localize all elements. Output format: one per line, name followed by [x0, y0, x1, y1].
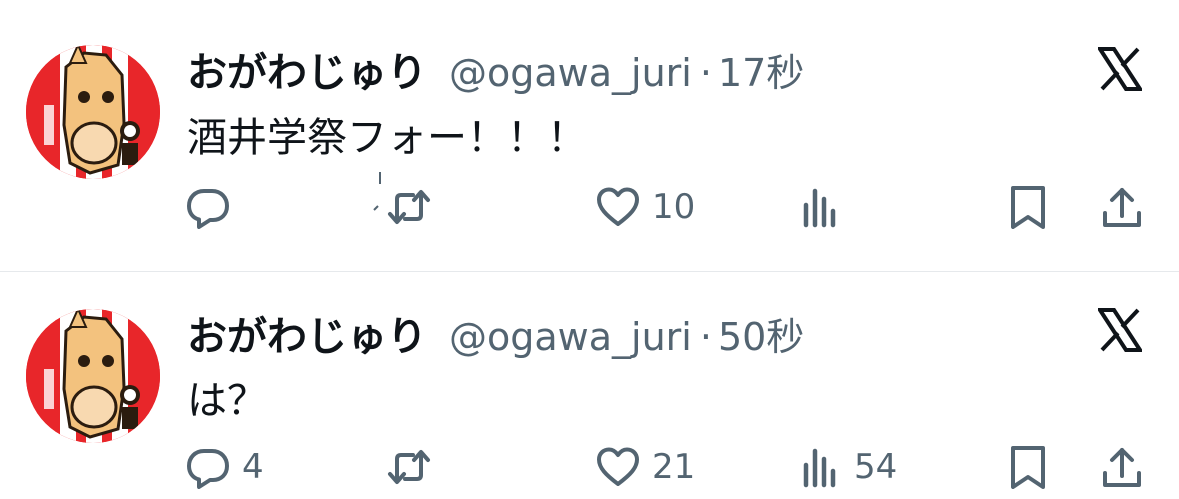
author-handle[interactable]: @ogawa_juri [449, 51, 692, 95]
author-name[interactable]: おがわじゅり [187, 40, 427, 98]
reply-count: 4 [242, 447, 264, 487]
timestamp[interactable]: 50秒 [718, 306, 804, 361]
view-count: 54 [854, 447, 898, 487]
retweet-button[interactable] [387, 441, 443, 493]
author-name[interactable]: おがわじゅり [187, 304, 427, 362]
heart-icon [597, 447, 639, 486]
x-logo-icon [1096, 308, 1144, 352]
reply-button[interactable] [186, 181, 242, 233]
retweet-icon [388, 450, 430, 484]
like-button[interactable]: 10 [596, 181, 695, 233]
bookmark-button[interactable] [1006, 441, 1050, 493]
author-handle[interactable]: @ogawa_juri [449, 315, 692, 359]
tweet-header: おがわじゅり @ogawa_juri · 50秒 [187, 304, 804, 360]
views-button[interactable] [798, 181, 854, 233]
retweet-icon [388, 190, 430, 224]
share-button[interactable] [1100, 181, 1144, 233]
tweet-header: おがわじゅり @ogawa_juri · 17秒 [187, 40, 804, 96]
tweet-text: は？ [187, 378, 267, 424]
share-button[interactable] [1100, 441, 1144, 493]
retweet-button[interactable] [387, 181, 443, 233]
separator-dot: · [699, 51, 712, 95]
views-button[interactable]: 54 [798, 441, 897, 493]
avatar[interactable] [26, 309, 160, 443]
separator-dot: · [699, 315, 712, 359]
tweet-text: 酒井学祭フォー！！！ [187, 115, 587, 161]
reply-icon [187, 449, 229, 489]
reply-button[interactable]: 4 [186, 441, 264, 493]
analytics-icon [803, 188, 836, 228]
render-artifact [373, 172, 381, 211]
action-bar: 10 [0, 181, 1179, 233]
bookmark-icon [1011, 446, 1045, 489]
like-button[interactable]: 21 [596, 441, 695, 493]
reply-icon [187, 189, 229, 229]
timestamp[interactable]: 17秒 [718, 42, 804, 97]
like-count: 10 [652, 187, 696, 227]
tweet[interactable]: おがわじゅり @ogawa_juri · 50秒 は？ 4 21 54 [0, 272, 1179, 499]
heart-icon [597, 187, 639, 226]
bookmark-icon [1011, 186, 1045, 229]
share-icon [1103, 448, 1141, 487]
action-bar: 4 21 54 [0, 441, 1179, 493]
timeline: おがわじゅり @ogawa_juri · 17秒 酒井学祭フォー！！！ 10 お… [0, 0, 1179, 499]
tweet[interactable]: おがわじゅり @ogawa_juri · 17秒 酒井学祭フォー！！！ 10 [0, 0, 1179, 272]
like-count: 21 [652, 447, 696, 487]
analytics-icon [803, 448, 836, 488]
x-logo-icon [1096, 47, 1144, 91]
bookmark-button[interactable] [1006, 181, 1050, 233]
avatar[interactable] [26, 45, 160, 179]
share-icon [1103, 188, 1141, 227]
